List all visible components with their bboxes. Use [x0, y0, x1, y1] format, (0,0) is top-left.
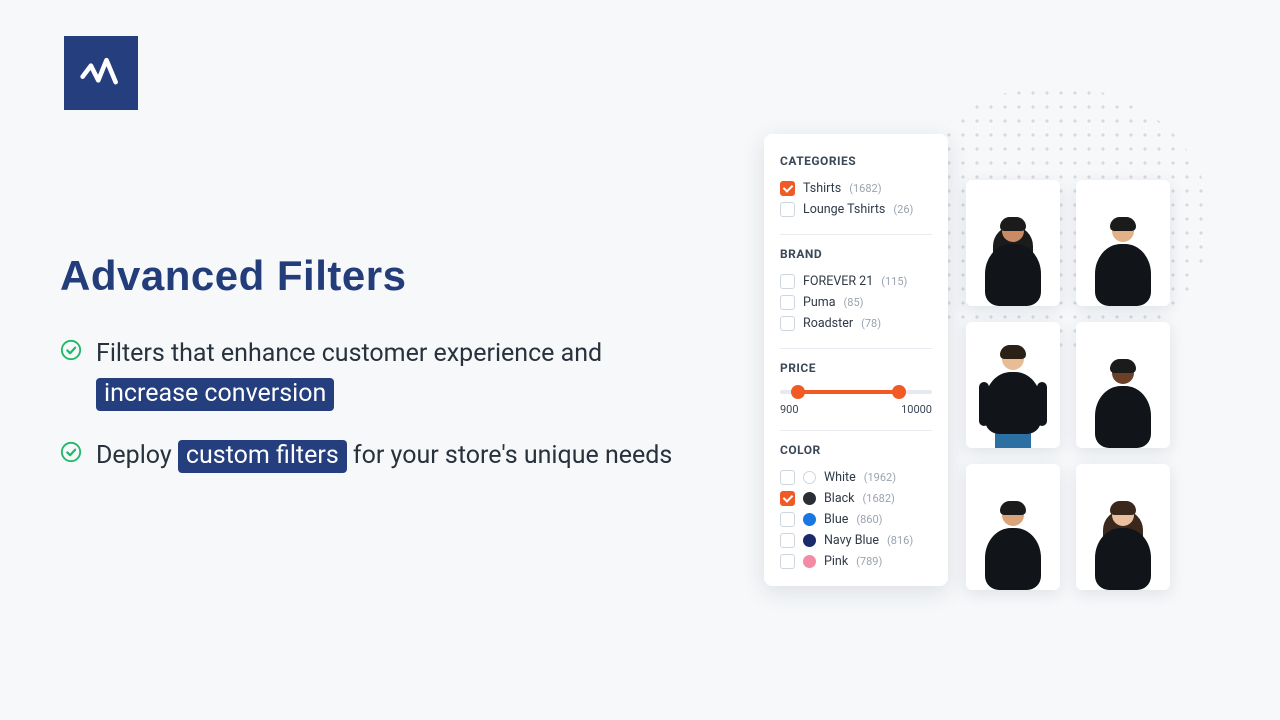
filter-option-label: Navy Blue: [824, 533, 879, 548]
brand-logo: [64, 36, 138, 110]
filter-option[interactable]: Pink (789): [780, 551, 932, 572]
filter-option-count: (789): [856, 555, 882, 568]
color-swatch: [803, 492, 816, 505]
filter-option-count: (1682): [863, 492, 895, 505]
product-card[interactable]: [966, 180, 1060, 306]
checkbox[interactable]: [780, 295, 795, 310]
highlight-text: custom filters: [178, 440, 347, 473]
product-image: [1090, 220, 1156, 306]
product-image: [1090, 504, 1156, 590]
color-swatch: [803, 513, 816, 526]
price-slider[interactable]: [780, 385, 932, 399]
check-circle-icon: [60, 441, 82, 463]
product-card[interactable]: [1076, 464, 1170, 590]
filter-option[interactable]: Tshirts (1682): [780, 178, 932, 199]
filter-option[interactable]: FOREVER 21 (115): [780, 271, 932, 292]
filter-option-label: White: [824, 470, 856, 485]
highlight-text: increase conversion: [96, 378, 334, 411]
product-image: [980, 220, 1046, 306]
filter-group-price: PRICE 900 10000: [780, 361, 932, 416]
bullet-text: Filters that enhance customer experience…: [96, 334, 700, 414]
filter-option-count: (816): [887, 534, 913, 547]
filter-group-categories: CATEGORIES Tshirts (1682) Lounge Tshirts (2…: [780, 154, 932, 220]
price-max-label: 10000: [901, 403, 932, 416]
filter-option-count: (1962): [864, 471, 896, 484]
hero-section: Advanced Filters Filters that enhance cu…: [60, 252, 700, 498]
logo-icon: [79, 54, 123, 92]
filter-option-label: Puma: [803, 295, 836, 310]
product-card[interactable]: [966, 464, 1060, 590]
filter-option[interactable]: Blue (860): [780, 509, 932, 530]
filter-option-label: Roadster: [803, 316, 853, 331]
divider: [780, 430, 932, 431]
color-swatch: [803, 471, 816, 484]
filter-option-count: (85): [844, 296, 864, 309]
filter-option[interactable]: Navy Blue (816): [780, 530, 932, 551]
filter-option-count: (115): [881, 275, 907, 288]
filter-group-color: COLOR White (1962) Black (1682) Blue (860) Nav…: [780, 443, 932, 572]
checkbox[interactable]: [780, 533, 795, 548]
hero-bullet: Filters that enhance customer experience…: [60, 334, 700, 414]
filter-group-title: BRAND: [780, 247, 932, 261]
checkbox[interactable]: [780, 470, 795, 485]
filter-option-label: Lounge Tshirts: [803, 202, 885, 217]
filter-option-label: Pink: [824, 554, 848, 569]
filter-option[interactable]: Puma (85): [780, 292, 932, 313]
product-card[interactable]: [1076, 322, 1170, 448]
filter-option-count: (860): [856, 513, 882, 526]
product-card[interactable]: [1076, 180, 1170, 306]
checkbox[interactable]: [780, 554, 795, 569]
color-swatch: [803, 534, 816, 547]
checkbox[interactable]: [780, 202, 795, 217]
price-slider-max-thumb[interactable]: [892, 385, 906, 399]
filter-option[interactable]: Lounge Tshirts (26): [780, 199, 932, 220]
filter-option[interactable]: Roadster (78): [780, 313, 932, 334]
product-image: [1090, 362, 1156, 448]
checkbox[interactable]: [780, 512, 795, 527]
product-card[interactable]: [966, 322, 1060, 448]
filter-option-label: FOREVER 21: [803, 274, 873, 289]
filter-group-title: PRICE: [780, 361, 932, 375]
checkbox[interactable]: [780, 316, 795, 331]
filter-group-title: COLOR: [780, 443, 932, 457]
page-title: Advanced Filters: [60, 252, 700, 300]
filter-option[interactable]: Black (1682): [780, 488, 932, 509]
filter-option-label: Black: [824, 491, 855, 506]
product-image: [980, 348, 1046, 448]
hero-bullet: Deploy custom filters for your store's u…: [60, 436, 700, 476]
filter-option-count: (78): [861, 317, 881, 330]
color-swatch: [803, 555, 816, 568]
filter-group-title: CATEGORIES: [780, 154, 932, 168]
checkbox[interactable]: [780, 181, 795, 196]
filter-option-label: Blue: [824, 512, 848, 527]
check-circle-icon: [60, 339, 82, 361]
filter-option-count: (26): [893, 203, 913, 216]
filter-panel: CATEGORIES Tshirts (1682) Lounge Tshirts (2…: [764, 134, 948, 586]
product-grid: [966, 180, 1170, 590]
filter-option-count: (1682): [849, 182, 881, 195]
filter-option-label: Tshirts: [803, 181, 841, 196]
divider: [780, 348, 932, 349]
price-slider-min-thumb[interactable]: [791, 385, 805, 399]
filter-option[interactable]: White (1962): [780, 467, 932, 488]
bullet-text: Deploy custom filters for your store's u…: [96, 436, 672, 476]
checkbox[interactable]: [780, 274, 795, 289]
checkbox[interactable]: [780, 491, 795, 506]
price-min-label: 900: [780, 403, 799, 416]
product-image: [980, 504, 1046, 590]
divider: [780, 234, 932, 235]
filter-group-brand: BRAND FOREVER 21 (115) Puma (85) Roadster (78…: [780, 247, 932, 334]
